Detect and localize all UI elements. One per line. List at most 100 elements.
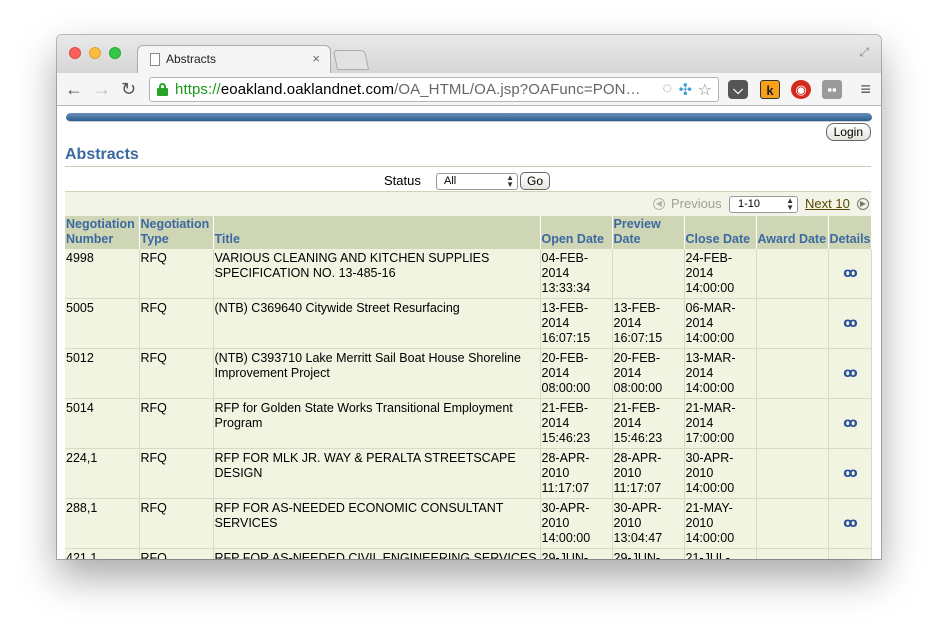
glasses-icon[interactable]: ꝏ (843, 415, 857, 430)
cell-close: 21-JUL-2010 (684, 548, 757, 559)
cell-close: 21-MAR-2014 17:00:00 (684, 398, 757, 449)
back-arrow-icon[interactable]: ← (65, 78, 83, 100)
cell-details: ꝏ (828, 548, 872, 559)
minimize-window-button[interactable] (89, 47, 101, 59)
fullscreen-icon[interactable]: ⤢ (859, 45, 869, 60)
abstracts-table: Negotiation Number Negotiation Type Titl… (65, 216, 872, 559)
tab-strip: Abstracts × ⤢ (57, 35, 881, 73)
tab-abstracts[interactable]: Abstracts × (137, 45, 331, 73)
tab-title: Abstracts (166, 52, 217, 66)
cell-type: RFQ (139, 398, 214, 449)
column-header: Details (828, 216, 872, 249)
cell-award (756, 448, 829, 499)
hamburger-menu-icon[interactable]: ≡ (860, 79, 871, 100)
browser-window: Abstracts × ⤢ ← → ↻ https://eoakland.oak… (57, 35, 881, 559)
cell-close: 24-FEB-2014 14:00:00 (684, 249, 757, 299)
address-bar[interactable]: https://eoakland.oaklandnet.com/OA_HTML/… (149, 77, 719, 102)
forward-arrow-icon[interactable]: → (93, 78, 111, 100)
cell-number: 5012 (65, 348, 140, 399)
next-arrow-icon[interactable]: ▶ (857, 198, 869, 210)
status-select[interactable]: All ▲ ▼ (436, 173, 518, 190)
column-header[interactable]: Award Date (756, 216, 829, 249)
cell-award (756, 498, 829, 549)
column-header[interactable]: Negotiation Number (65, 216, 140, 249)
brand-bar (66, 113, 872, 122)
select-arrows-icon: ▲ ▼ (506, 173, 514, 189)
go-button[interactable]: Go (520, 172, 551, 190)
cell-award (756, 398, 829, 449)
cell-title: (NTB) C393710 Lake Merritt Sail Boat Hou… (213, 348, 541, 399)
cell-number: 4998 (65, 249, 140, 299)
cell-number: 5014 (65, 398, 140, 449)
column-header[interactable]: Negotiation Type (139, 216, 214, 249)
cell-open: 20-FEB-2014 08:00:00 (540, 348, 613, 399)
cell-title: RFP FOR AS-NEEDED CIVIL ENGINEERING SERV… (213, 548, 541, 559)
status-value: All (444, 175, 457, 187)
cell-number: 421,1 (65, 548, 140, 559)
extension-blocker-icon[interactable]: ✣ (679, 80, 692, 100)
cell-details: ꝏ (828, 398, 872, 449)
page-icon (150, 53, 160, 66)
cell-close: 13-MAR-2014 14:00:00 (684, 348, 757, 399)
column-header[interactable]: Title (213, 216, 541, 249)
cell-close: 06-MAR-2014 14:00:00 (684, 298, 757, 349)
cell-open: 21-FEB-2014 15:46:23 (540, 398, 613, 449)
title-divider (65, 166, 871, 167)
previous-link: Previous (671, 196, 722, 211)
login-button[interactable]: Login (825, 123, 871, 141)
cell-type: RFQ (139, 548, 214, 559)
table-header-row: Negotiation Number Negotiation Type Titl… (65, 216, 872, 249)
cell-details: ꝏ (828, 448, 872, 499)
cell-close: 30-APR-2010 14:00:00 (684, 448, 757, 499)
cell-title: VARIOUS CLEANING AND KITCHEN SUPPLIES SP… (213, 249, 541, 299)
table-row: 288,1 RFQ RFP FOR AS-NEEDED ECONOMIC CONSU… (65, 498, 872, 549)
cell-preview: 21-FEB-2014 15:46:23 (612, 398, 685, 449)
url-text[interactable]: https://eoakland.oaklandnet.com/OA_HTML/… (175, 81, 641, 98)
cell-open: 13-FEB-2014 16:07:15 (540, 298, 613, 349)
pocket-icon[interactable]: ⌵ (728, 80, 748, 99)
stop-extension-icon[interactable]: ◉ (791, 80, 811, 99)
select-arrows-icon: ▲ ▼ (786, 196, 794, 212)
cell-title: (NTB) C369640 Citywide Street Resurfacin… (213, 298, 541, 349)
cell-type: RFQ (139, 348, 214, 399)
cell-preview (612, 249, 685, 299)
glasses-icon[interactable]: ꝏ (843, 265, 857, 280)
glasses-icon[interactable]: ꝏ (843, 365, 857, 380)
next-link[interactable]: Next 10 (805, 196, 850, 211)
page-title: Abstracts (65, 146, 139, 163)
range-select[interactable]: 1-10 ▲ ▼ (729, 196, 798, 213)
cell-close: 21-MAY-2010 14:00:00 (684, 498, 757, 549)
cell-number: 288,1 (65, 498, 140, 549)
reload-icon[interactable]: ↻ (121, 78, 136, 100)
tab-close-icon[interactable]: × (312, 51, 320, 66)
column-header[interactable]: Preview Date (612, 216, 685, 249)
cell-award (756, 298, 829, 349)
extension-grid-icon[interactable]: ▪▪ (822, 80, 842, 99)
cell-title: RFP for Golden State Works Transitional … (213, 398, 541, 449)
column-header[interactable]: Open Date (540, 216, 613, 249)
close-window-button[interactable] (69, 47, 81, 59)
cell-award (756, 249, 829, 299)
page-content: Login Abstracts Status All ▲ ▼ Go ◀ Previ… (57, 106, 881, 559)
cell-type: RFQ (139, 249, 214, 299)
cell-preview: 29-JUN-2010 (612, 548, 685, 559)
browser-toolbar: ← → ↻ https://eoakland.oaklandnet.com/OA… (57, 73, 881, 106)
k-extension-icon[interactable]: k (760, 80, 780, 99)
column-header[interactable]: Close Date (684, 216, 757, 249)
table-row: 224,1 RFQ RFP FOR MLK JR. WAY & PERALTA ST… (65, 448, 872, 499)
cell-details: ꝏ (828, 498, 872, 549)
cell-preview: 13-FEB-2014 16:07:15 (612, 298, 685, 349)
previous-arrow-icon: ◀ (653, 198, 665, 210)
table-row: 421,1 RFQ RFP FOR AS-NEEDED CIVIL ENGINEER… (65, 548, 872, 559)
cell-type: RFQ (139, 498, 214, 549)
bookmark-star-icon[interactable]: ☆ (698, 80, 712, 100)
glasses-icon[interactable]: ꝏ (843, 315, 857, 330)
loading-icon: ◌ (662, 80, 672, 97)
glasses-icon[interactable]: ꝏ (843, 515, 857, 530)
table-row: 4998 RFQ VARIOUS CLEANING AND KITCHEN SUPP… (65, 249, 872, 299)
new-tab-button[interactable] (332, 50, 370, 70)
zoom-window-button[interactable] (109, 47, 121, 59)
cell-type: RFQ (139, 298, 214, 349)
glasses-icon[interactable]: ꝏ (843, 465, 857, 480)
pagination-bar: ◀ Previous 1-10 ▲ ▼ Next 10 ▶ (65, 191, 871, 216)
